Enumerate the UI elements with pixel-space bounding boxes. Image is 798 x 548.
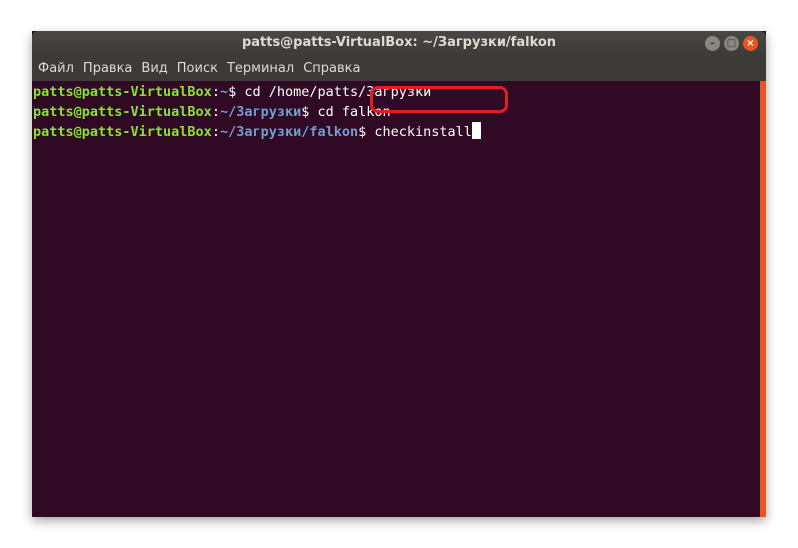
command-input[interactable]: checkinstall [374, 124, 472, 140]
menu-bar: Файл Правка Вид Поиск Терминал Справка [32, 56, 766, 81]
prompt-separator: : [211, 104, 220, 120]
window-controls: – □ × [705, 36, 758, 51]
prompt-separator: : [211, 124, 220, 140]
text-cursor [471, 122, 481, 139]
menu-edit[interactable]: Правка [83, 61, 132, 76]
minimize-button[interactable]: – [705, 36, 720, 51]
terminal-output[interactable]: patts@patts-VirtualBox:~$ cd /home/patts… [32, 81, 760, 518]
prompt-user: patts@patts-VirtualBox [33, 84, 212, 100]
prompt-path: ~/Загрузки [219, 104, 302, 120]
terminal-line-current[interactable]: patts@patts-VirtualBox:~/Загрузки/falkon… [32, 122, 760, 142]
menu-search[interactable]: Поиск [177, 61, 218, 76]
menu-view[interactable]: Вид [141, 61, 167, 76]
prompt-dollar: $ [301, 104, 318, 120]
maximize-button[interactable]: □ [724, 36, 739, 51]
highlight-annotation [370, 86, 508, 113]
scrollbar[interactable] [760, 81, 766, 517]
prompt-path: ~/Загрузки/falkon [219, 124, 359, 140]
prompt-user: patts@patts-VirtualBox [33, 124, 212, 140]
window-title: patts@patts-VirtualBox: ~/Загрузки/falko… [241, 35, 557, 50]
title-bar[interactable]: patts@patts-VirtualBox: ~/Загрузки/falko… [32, 31, 766, 56]
prompt-separator: : [211, 84, 220, 100]
prompt-dollar: $ [228, 84, 245, 100]
menu-file[interactable]: Файл [38, 61, 74, 76]
menu-terminal[interactable]: Терминал [227, 61, 294, 76]
prompt-user: patts@patts-VirtualBox [33, 104, 212, 120]
close-button[interactable]: × [743, 36, 758, 51]
menu-help[interactable]: Справка [303, 61, 360, 76]
prompt-path: ~ [219, 84, 229, 100]
prompt-dollar: $ [358, 124, 375, 140]
